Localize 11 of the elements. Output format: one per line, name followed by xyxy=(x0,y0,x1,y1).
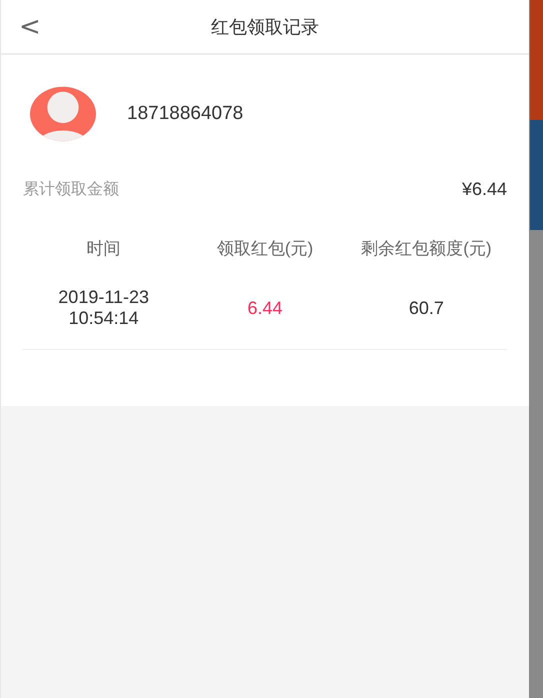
page-title: 红包领取记录 xyxy=(211,16,320,38)
total-amount: ¥6.44 xyxy=(462,178,508,200)
remaining-amount: 60.7 xyxy=(408,298,445,318)
column-header: 剩余红包额度(元) xyxy=(360,238,493,260)
column-header: 时间 xyxy=(86,238,122,260)
phone-number: 18718864078 xyxy=(127,103,244,125)
back-button[interactable]: < xyxy=(15,12,45,42)
total-label: 累计领取金额 xyxy=(23,180,119,200)
time-cell-text: 2019-11-23 10:54:14 xyxy=(57,287,150,329)
received-amount: 6.44 xyxy=(246,298,284,318)
column-header: 领取红包(元) xyxy=(216,238,314,260)
